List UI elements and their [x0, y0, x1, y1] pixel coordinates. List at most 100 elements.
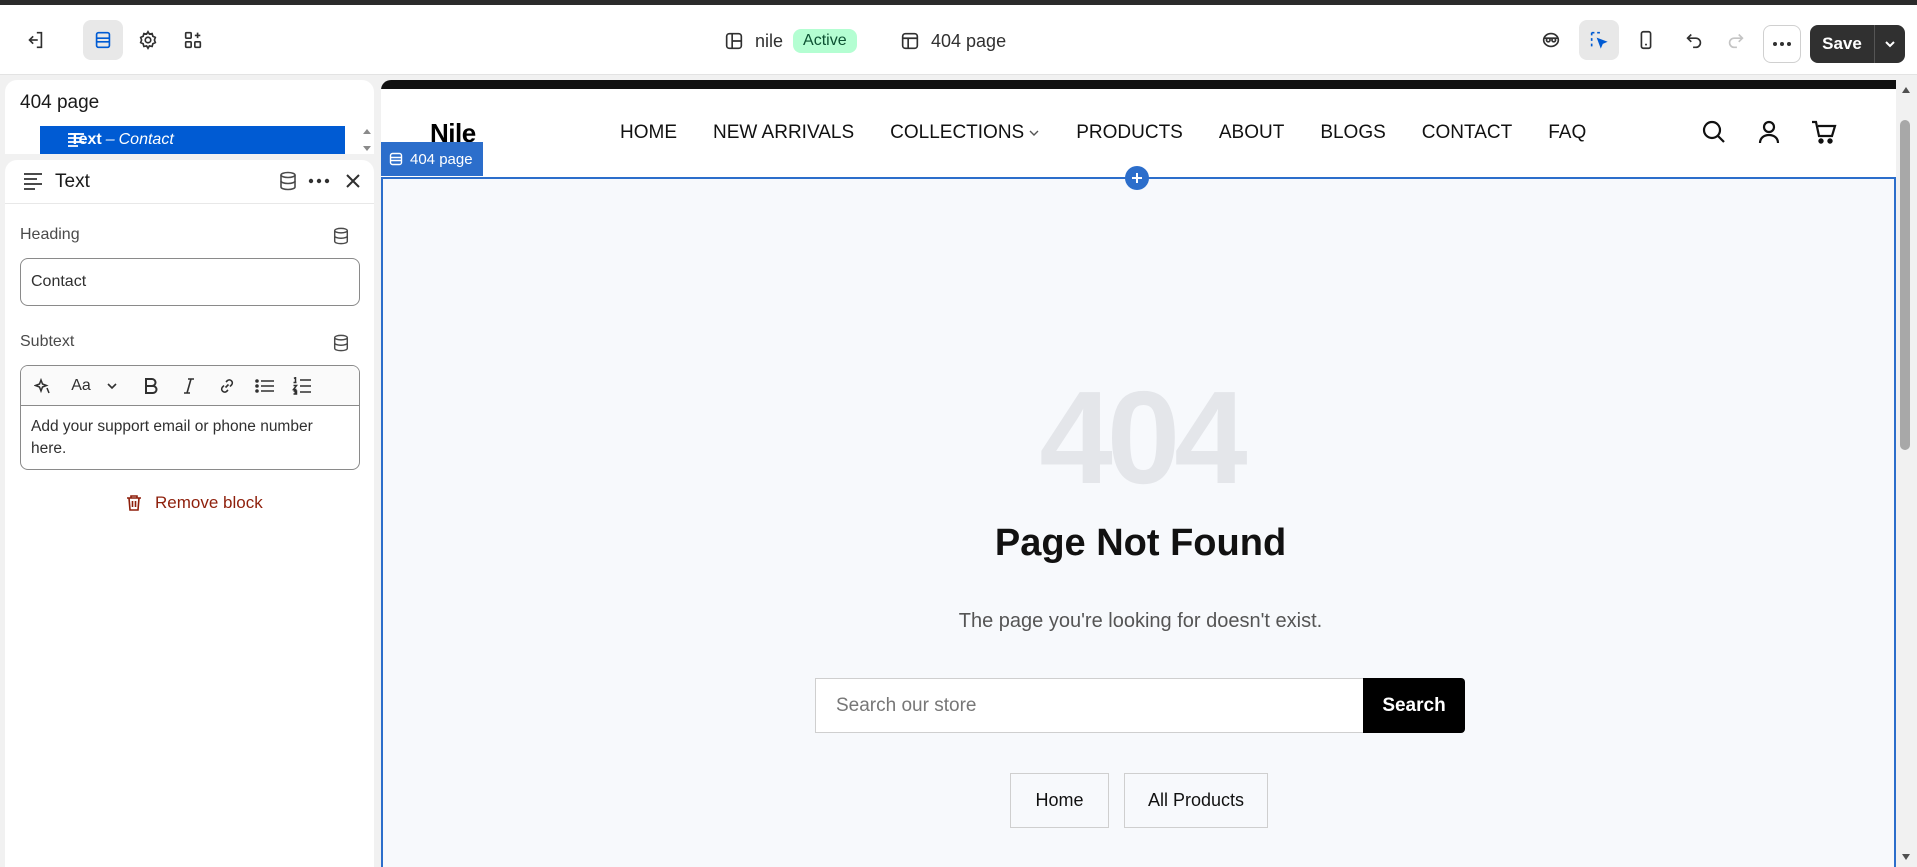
announcement-bar: [381, 80, 1896, 89]
link-button[interactable]: [217, 376, 237, 396]
bullet-list-button[interactable]: [254, 376, 276, 396]
subtext-label: Subtext: [20, 333, 75, 350]
heading-input[interactable]: Contact: [20, 258, 360, 306]
section-tree: 404 page Text – Contact: [5, 80, 374, 154]
scroll-down-arrow[interactable]: [1901, 852, 1911, 862]
tree-item-name: Contact: [118, 131, 174, 148]
nav-products[interactable]: PRODUCTS: [1076, 122, 1183, 144]
sections-icon: [95, 31, 111, 49]
nav-home[interactable]: HOME: [620, 122, 677, 144]
store-preview: Nile HOME NEW ARRIVALS COLLECTIONS PRODU…: [381, 80, 1896, 867]
editor-topbar: nile Active 404 page Save: [0, 5, 1917, 75]
font-size-dropdown[interactable]: [105, 376, 119, 396]
block-settings-panel: Text Heading Contact Subtext Aa Add your…: [5, 160, 374, 867]
error-code: 404: [1039, 364, 1247, 511]
tree-scroll-arrows[interactable]: [362, 126, 372, 154]
bold-icon: [145, 378, 158, 394]
section-label: 404 page: [410, 150, 473, 168]
select-mode-button[interactable]: [1579, 20, 1619, 60]
database-icon[interactable]: [332, 334, 350, 352]
more-dots-icon[interactable]: [307, 171, 331, 191]
nav-faq[interactable]: FAQ: [1548, 122, 1586, 144]
preview-scrollbar[interactable]: [1896, 80, 1917, 867]
panel-header: Text: [5, 160, 374, 204]
numbered-list-button[interactable]: [291, 376, 313, 396]
nav-new-arrivals[interactable]: NEW ARRIVALS: [713, 122, 854, 144]
redo-button[interactable]: [1716, 20, 1756, 60]
database-icon[interactable]: [332, 227, 350, 245]
bullet-list-icon: [255, 379, 274, 393]
tree-item-text-contact[interactable]: Text – Contact: [40, 126, 345, 154]
exit-button[interactable]: [15, 20, 55, 60]
template-title: 404 page: [20, 92, 100, 113]
text-block-icon: [68, 133, 84, 147]
undo-icon: [1686, 33, 1702, 49]
store-search-input[interactable]: Search our store: [815, 678, 1363, 733]
status-badge: Active: [793, 29, 857, 53]
theme-name: nile: [755, 30, 784, 51]
store-search-form: Search our store Search: [815, 678, 1465, 733]
404-section[interactable]: 404 Page Not Found The page you're looki…: [381, 177, 1896, 867]
theme-icon: [725, 32, 743, 50]
search-icon[interactable]: [1700, 118, 1728, 146]
remove-block-button[interactable]: Remove block: [125, 493, 263, 513]
apps-button[interactable]: [173, 20, 213, 60]
save-button[interactable]: Save: [1810, 34, 1874, 54]
italic-button[interactable]: [179, 376, 199, 396]
italic-icon: [184, 378, 194, 394]
theme-selector[interactable]: nile Active: [723, 27, 857, 55]
chevron-down-icon: [107, 383, 117, 390]
all-products-button[interactable]: All Products: [1124, 773, 1268, 828]
template-name: 404 page: [931, 30, 1007, 51]
bold-button[interactable]: [141, 376, 161, 396]
mobile-icon: [1640, 30, 1652, 50]
numbered-list-icon: [292, 377, 311, 395]
save-button-group: Save: [1810, 25, 1905, 63]
remove-block-label: Remove block: [155, 493, 263, 512]
inspector-icon: [1542, 32, 1560, 48]
add-section-button[interactable]: [1125, 166, 1149, 190]
select-cursor-icon: [1590, 31, 1608, 49]
template-icon: [901, 32, 919, 50]
gear-icon: [139, 30, 157, 50]
account-icon[interactable]: [1755, 118, 1783, 146]
nav-contact[interactable]: CONTACT: [1422, 122, 1512, 144]
section-icon: [389, 152, 403, 166]
chevron-down-icon: [1885, 41, 1895, 48]
template-selector[interactable]: 404 page: [899, 27, 1006, 55]
exit-icon: [28, 31, 43, 49]
nav-about[interactable]: ABOUT: [1219, 122, 1284, 144]
ai-sparkle-button[interactable]: [33, 376, 53, 396]
home-button[interactable]: Home: [1010, 773, 1109, 828]
apps-icon: [184, 31, 202, 49]
heading-label: Heading: [20, 226, 80, 243]
more-dots-icon: [1773, 42, 1791, 46]
inspector-button[interactable]: [1531, 20, 1571, 60]
scroll-up-arrow[interactable]: [1901, 85, 1911, 95]
store-nav: HOME NEW ARRIVALS COLLECTIONS PRODUCTS A…: [620, 122, 1622, 144]
sparkle-icon: [34, 377, 50, 394]
more-actions-button[interactable]: [1763, 25, 1801, 63]
mobile-preview-button[interactable]: [1626, 20, 1666, 60]
nav-collections-label: COLLECTIONS: [890, 122, 1025, 143]
nav-collections[interactable]: COLLECTIONS: [890, 122, 1040, 144]
redo-icon: [1728, 33, 1744, 49]
text-block-icon: [24, 173, 42, 190]
sections-tab-button[interactable]: [83, 20, 123, 60]
subtext-input[interactable]: Add your support email or phone number h…: [21, 406, 359, 469]
close-icon[interactable]: [342, 170, 364, 192]
cart-icon[interactable]: [1810, 118, 1838, 146]
page-title: Page Not Found: [994, 522, 1287, 564]
font-size-button[interactable]: Aa: [69, 376, 93, 396]
nav-blogs[interactable]: BLOGS: [1320, 122, 1385, 144]
store-search-button[interactable]: Search: [1363, 678, 1465, 733]
subtext-rich-text-editor: Aa Add your support email or phone numbe…: [20, 365, 360, 470]
plus-icon: [1132, 173, 1142, 183]
scroll-thumb[interactable]: [1900, 120, 1910, 450]
section-label-tag[interactable]: 404 page: [381, 142, 483, 176]
database-icon[interactable]: [278, 171, 298, 191]
undo-button[interactable]: [1674, 20, 1714, 60]
save-options-button[interactable]: [1875, 37, 1905, 51]
theme-settings-button[interactable]: [128, 20, 168, 60]
chevron-down-icon: [1029, 130, 1039, 136]
